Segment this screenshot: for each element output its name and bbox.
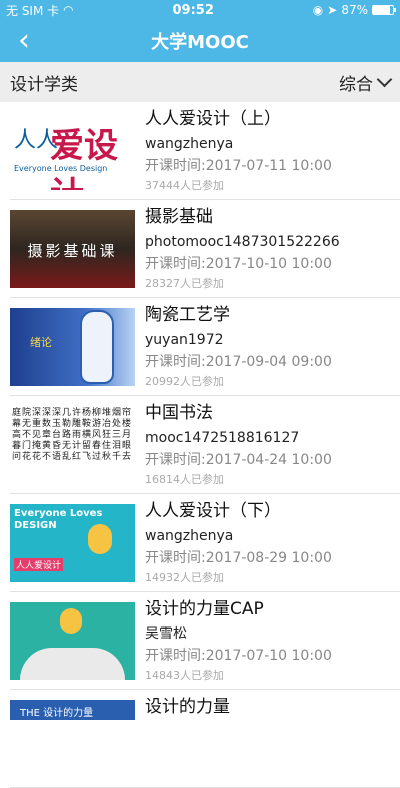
course-thumbnail: THE 设计的力量: [10, 700, 135, 720]
course-name: 陶瓷工艺学: [145, 305, 230, 325]
lightbulb-image: [60, 608, 82, 634]
course-enrolled: 14843人已参加: [145, 669, 224, 682]
course-start-time: 开课时间:2017-10-10 10:00: [145, 256, 332, 272]
lightbulb-image: [88, 524, 112, 554]
course-list: 人人 爱设计 Everyone Loves Design 人人爱设计（上） wa…: [0, 102, 400, 788]
course-thumbnail: Everyone Loves DESIGN 人人爱设计: [10, 504, 135, 582]
course-thumbnail: 绪论: [10, 308, 135, 386]
course-item[interactable]: 绪论 陶瓷工艺学 yuyan1972 开课时间:2017-09-04 09:00…: [0, 298, 400, 396]
course-start-time: 开课时间:2017-07-10 10:00: [145, 648, 332, 664]
course-enrolled: 14932人已参加: [145, 571, 224, 584]
course-name: 中国书法: [145, 403, 213, 423]
category-label: 设计学类: [10, 74, 78, 95]
thumb-text: THE 设计的力量: [20, 708, 94, 719]
course-item[interactable]: Everyone Loves DESIGN 人人爱设计 人人爱设计（下） wan…: [0, 494, 400, 592]
course-enrolled: 37444人已参加: [145, 179, 224, 192]
course-name: 设计的力量: [145, 697, 230, 717]
chevron-down-icon: [376, 71, 393, 87]
page-title: 大学MOOC: [151, 32, 249, 53]
course-thumbnail: 人人 爱设计 Everyone Loves Design: [10, 112, 135, 190]
course-teacher: 吴雪松: [145, 626, 187, 642]
carrier-label: 无 SIM 卡: [6, 3, 60, 18]
course-item[interactable]: 设计的力量CAP 吴雪松 开课时间:2017-07-10 10:00 14843…: [0, 592, 400, 690]
course-name: 摄影基础: [145, 207, 213, 227]
course-item[interactable]: 庭院深深深几许杨柳堆烟帘幕无重数玉勒雕鞍游冶处楼高不见章台路雨横风狂三月暮门掩黄…: [0, 396, 400, 494]
thumb-text: 摄影基础课: [27, 242, 118, 260]
sort-dropdown[interactable]: 综合: [339, 70, 393, 95]
battery-percent: 87%: [341, 3, 368, 17]
course-thumbnail: 摄影基础课: [10, 210, 135, 288]
course-enrolled: 20992人已参加: [145, 375, 224, 388]
course-item[interactable]: 摄影基础课 摄影基础 photomooc1487301522266 开课时间:2…: [0, 200, 400, 298]
course-name: 人人爱设计（下）: [145, 501, 281, 521]
vase-image: [80, 310, 114, 384]
orientation-lock-icon: ◉: [312, 3, 324, 17]
course-item[interactable]: 人人 爱设计 Everyone Loves Design 人人爱设计（上） wa…: [0, 102, 400, 200]
course-start-time: 开课时间:2017-07-11 10:00: [145, 158, 332, 174]
course-teacher: photomooc1487301522266: [145, 234, 340, 250]
status-time: 09:52: [172, 2, 214, 18]
thumb-text: 人人爱设计: [14, 558, 64, 571]
chevron-left-icon: ‹: [18, 23, 30, 58]
battery-icon: [371, 5, 396, 15]
course-name: 设计的力量CAP: [145, 599, 264, 619]
thumb-text: 爱设计: [50, 126, 118, 190]
wifi-icon: ◠: [63, 3, 74, 17]
course-teacher: wangzhenya: [145, 528, 234, 544]
nav-bar: ‹ 大学MOOC: [0, 20, 400, 62]
course-item[interactable]: THE 设计的力量 设计的力量: [0, 690, 400, 788]
thumb-text: Everyone Loves Design: [14, 164, 108, 173]
course-thumbnail: [10, 602, 135, 680]
thumb-text: Everyone Loves DESIGN: [14, 508, 103, 531]
course-start-time: 开课时间:2017-09-04 09:00: [145, 354, 332, 370]
thumb-text: 庭院深深深几许杨柳堆烟帘幕无重数玉勒雕鞍游冶处楼高不见章台路雨横风狂三月暮门掩黄…: [12, 408, 133, 462]
course-thumbnail: 庭院深深深几许杨柳堆烟帘幕无重数玉勒雕鞍游冶处楼高不见章台路雨横风狂三月暮门掩黄…: [10, 406, 135, 484]
course-start-time: 开课时间:2017-08-29 10:00: [145, 550, 332, 566]
course-teacher: yuyan1972: [145, 332, 224, 348]
hands-image: [20, 648, 125, 680]
course-teacher: wangzhenya: [145, 136, 234, 152]
filter-bar: 设计学类 综合: [0, 62, 400, 102]
course-name: 人人爱设计（上）: [145, 109, 281, 129]
location-arrow-icon: ➤: [327, 3, 338, 17]
back-button[interactable]: ‹: [18, 26, 30, 56]
course-teacher: mooc1472518816127: [145, 430, 300, 446]
status-bar: 无 SIM 卡 ◠ 09:52 ◉ ➤ 87%: [0, 0, 400, 20]
battery-fill: [372, 6, 391, 14]
course-enrolled: 16814人已参加: [145, 473, 224, 486]
course-start-time: 开课时间:2017-04-24 10:00: [145, 452, 332, 468]
sort-label: 综合: [339, 74, 373, 95]
course-enrolled: 28327人已参加: [145, 277, 224, 290]
thumb-text: 绪论: [30, 336, 52, 349]
